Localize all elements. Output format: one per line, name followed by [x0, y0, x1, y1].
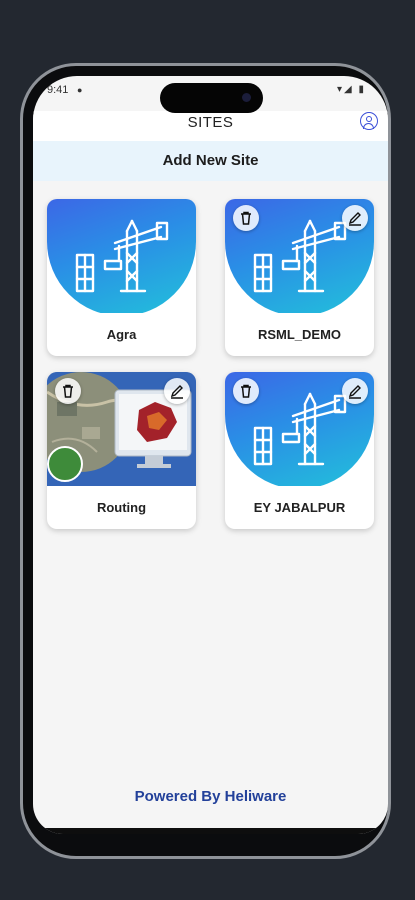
edit-site-button[interactable] [164, 378, 190, 404]
delete-site-button[interactable] [233, 378, 259, 404]
pencil-icon [170, 385, 183, 399]
trash-icon [241, 384, 251, 398]
site-thumbnail [47, 372, 196, 486]
powered-by-link[interactable]: Powered By Heliware [33, 788, 388, 805]
edit-site-button[interactable] [342, 205, 368, 231]
site-thumbnail [225, 199, 374, 313]
site-name: EY JABALPUR [253, 500, 346, 515]
status-indicators: ▾◢ ▮ [337, 84, 366, 95]
crane-icon [253, 392, 347, 466]
add-new-site-button[interactable]: Add New Site [33, 141, 388, 181]
dynamic-island [160, 83, 263, 113]
trash-icon [241, 211, 251, 225]
edit-site-button[interactable] [342, 378, 368, 404]
site-card-agra[interactable]: Agra [47, 199, 196, 356]
crane-icon [253, 219, 347, 293]
pencil-icon [348, 385, 361, 399]
app-screen: 9:41 ● ▾◢ ▮ SITES Add New Site Agra RSML… [33, 76, 388, 834]
site-card-routing[interactable]: Routing [47, 372, 196, 529]
delete-site-button[interactable] [55, 378, 81, 404]
app-bar: SITES [33, 111, 388, 141]
page-title: SITES [187, 114, 234, 131]
site-thumbnail [47, 199, 196, 313]
status-time: 9:41 [47, 84, 69, 96]
site-thumbnail [225, 372, 374, 486]
crane-icon [75, 219, 169, 293]
trash-icon [63, 384, 73, 398]
pencil-icon [348, 212, 361, 226]
site-name: Routing [96, 500, 147, 515]
site-card-ey-jabalpur[interactable]: EY JABALPUR [225, 372, 374, 529]
site-name: RSML_DEMO [257, 327, 342, 342]
delete-site-button[interactable] [233, 205, 259, 231]
site-name: Agra [106, 327, 137, 342]
location-icon: ● [77, 85, 83, 95]
site-card-rsml-demo[interactable]: RSML_DEMO [225, 199, 374, 356]
account-circle-icon[interactable] [360, 112, 378, 130]
